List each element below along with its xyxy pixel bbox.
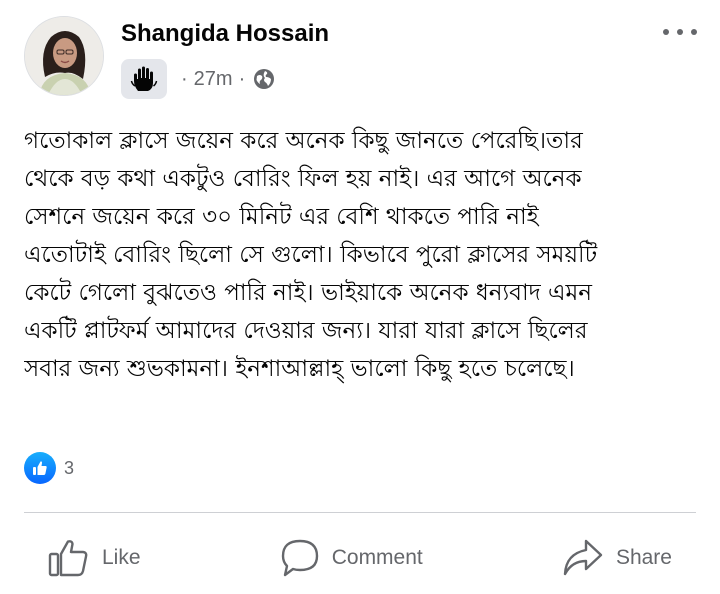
post-text-line: সেশনে জয়েন করে ৩০ মিনিট এর বেশি থাকতে প… bbox=[24, 204, 539, 230]
like-button[interactable]: Like bbox=[24, 530, 165, 586]
author-avatar[interactable] bbox=[24, 16, 104, 96]
thumbs-up-outline-icon bbox=[48, 540, 88, 577]
post-text-line: কেটে গেলো বুঝতেও পারি নাই। ভাইয়াকে অনেক… bbox=[24, 280, 593, 306]
post-text-line: গতোকাল ক্লাসে জয়েন করে অনেক কিছু জানতে … bbox=[24, 128, 583, 154]
like-label: Like bbox=[102, 546, 141, 569]
post-text: গতোকাল ক্লাসে জয়েন করে অনেক কিছু জানতে … bbox=[24, 122, 696, 388]
globe-icon bbox=[253, 68, 275, 90]
post-text-line: সবার জন্য শুভকামনা। ইনশাআল্লাহ্‌ ভালো কি… bbox=[24, 356, 575, 382]
share-button[interactable]: Share bbox=[538, 530, 696, 586]
post-time[interactable]: 27m bbox=[194, 68, 233, 91]
meta-separator: · bbox=[238, 67, 246, 90]
author-name[interactable]: Shangida Hossain bbox=[121, 20, 329, 48]
comment-label: Comment bbox=[331, 546, 423, 569]
divider bbox=[24, 512, 696, 513]
share-label: Share bbox=[615, 546, 672, 569]
post-actions: Like Comment Share bbox=[24, 528, 696, 588]
post-text-line: একটি প্লাটফর্ম আমাদের দেওয়ার জন্য। যারা… bbox=[24, 318, 588, 344]
share-arrow-icon bbox=[563, 539, 603, 576]
post-text-line: এতোটাই বোরিং ছিলো সে গুলো। কিভাবে পুরো ক… bbox=[24, 242, 598, 268]
raised-hand-icon[interactable] bbox=[121, 59, 167, 99]
post-meta: · 27m · bbox=[121, 59, 275, 99]
speech-bubble-icon bbox=[281, 539, 318, 577]
comment-button[interactable]: Comment bbox=[256, 530, 447, 586]
avatar-photo bbox=[25, 17, 103, 95]
reactions-summary[interactable]: 3 bbox=[24, 452, 74, 484]
post-text-line: থেকে বড় কথা একটুও বোরিং ফিল হয় নাই। এর… bbox=[24, 166, 582, 192]
reaction-count: 3 bbox=[64, 457, 75, 478]
more-options-icon[interactable] bbox=[660, 20, 700, 44]
meta-separator: · bbox=[181, 67, 188, 90]
thumbs-up-icon bbox=[24, 452, 56, 484]
